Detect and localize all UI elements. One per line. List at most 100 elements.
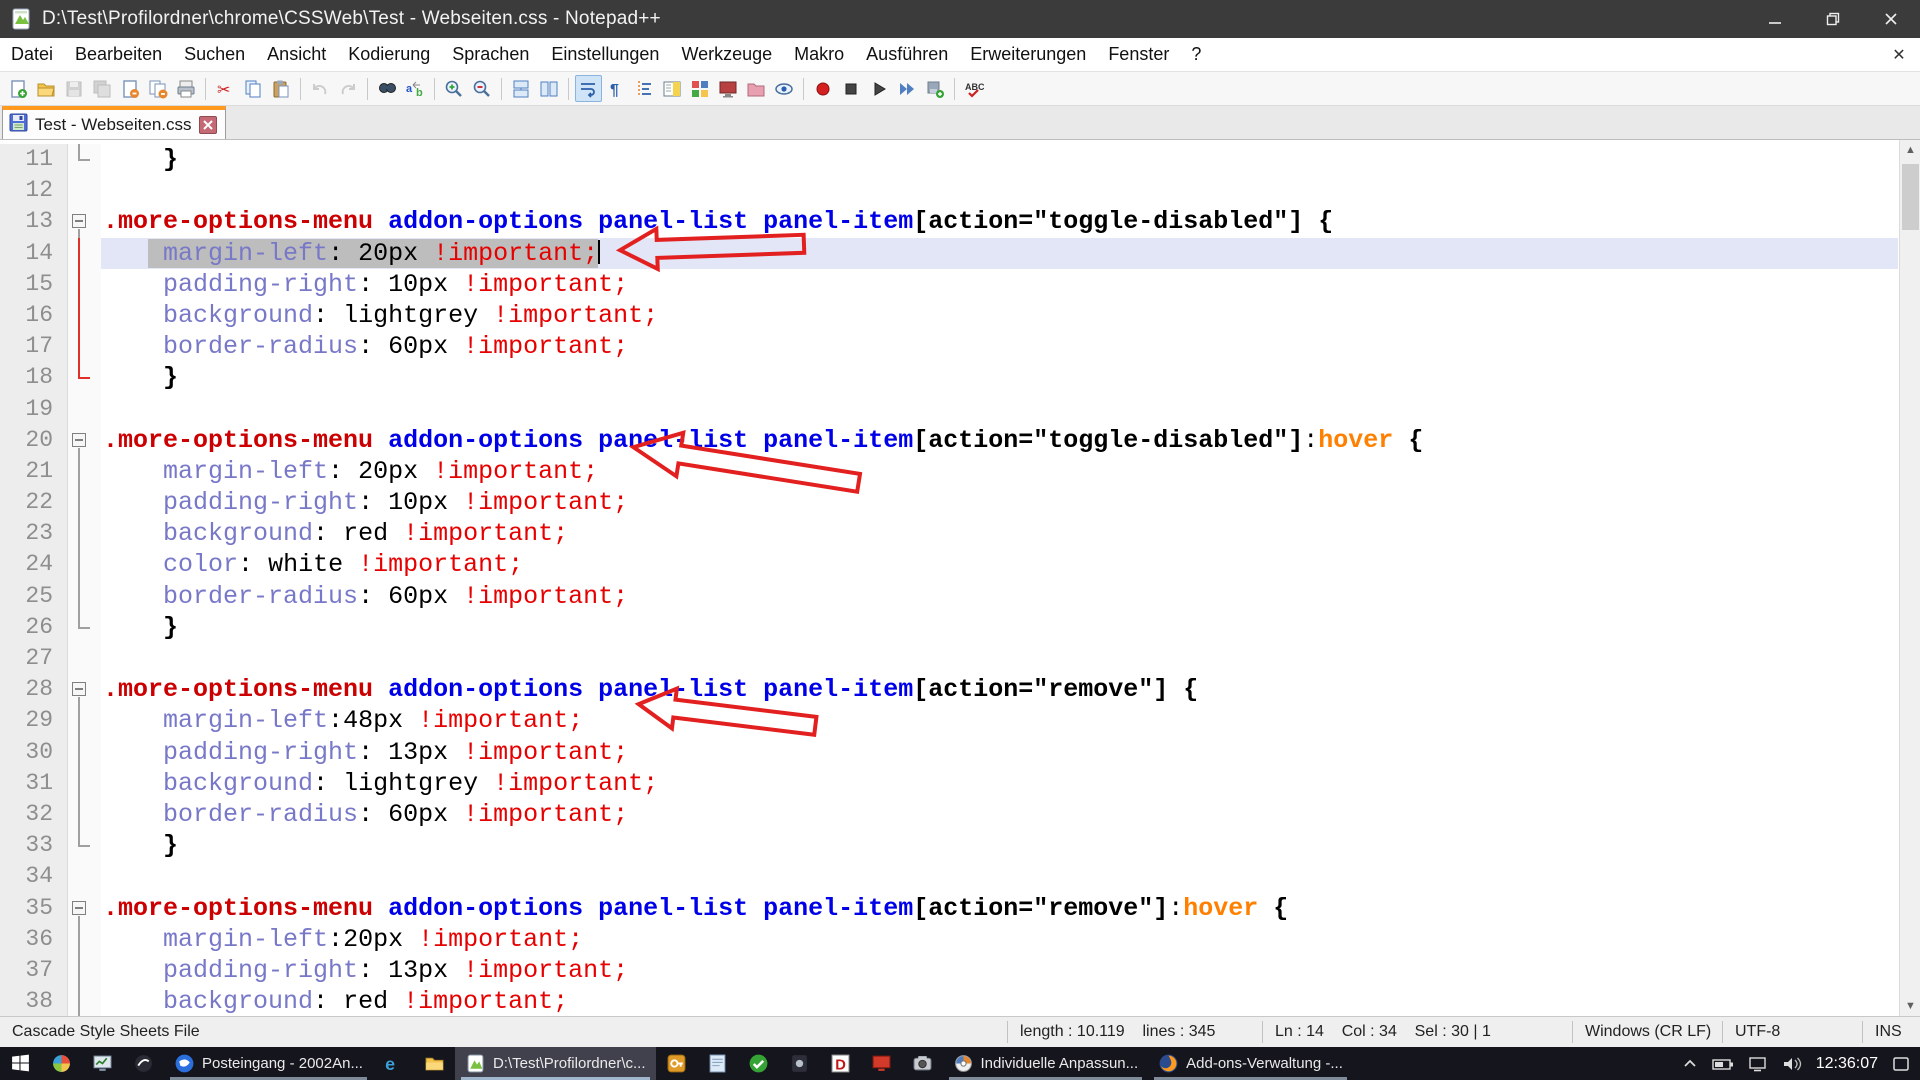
function-list-button[interactable] (687, 75, 714, 102)
tab-test-webseiten[interactable]: Test - Webseiten.css (2, 106, 226, 139)
doc-map-button[interactable] (659, 75, 686, 102)
menu-ausfhren[interactable]: Ausführen (855, 38, 959, 71)
replace-button[interactable]: ab (402, 75, 429, 102)
macro-run-multiple-button[interactable] (894, 75, 921, 102)
menu-ansicht[interactable]: Ansicht (256, 38, 337, 71)
copy-button[interactable] (240, 75, 267, 102)
code-line-14[interactable]: 14 margin-left: 20px !important; (0, 238, 1898, 269)
sync-vertical-button[interactable] (508, 75, 535, 102)
taskbar-item-red-monitor[interactable] (861, 1047, 902, 1080)
taskbar-item-thunderbird[interactable]: Posteingang - 2002An... (164, 1047, 373, 1080)
menu-sprachen[interactable]: Sprachen (441, 38, 540, 71)
menu-erweiterungen[interactable]: Erweiterungen (959, 38, 1097, 71)
folder-workspace-button[interactable] (743, 75, 770, 102)
taskbar-item-pinwheel[interactable] (41, 1047, 82, 1080)
macro-play-button[interactable] (866, 75, 893, 102)
status-encoding[interactable]: UTF-8 (1722, 1021, 1862, 1043)
undo-button[interactable] (307, 75, 334, 102)
menu-einstellungen[interactable]: Einstellungen (540, 38, 670, 71)
code-line-33[interactable]: 33 } (0, 830, 1898, 861)
code-line-28[interactable]: 28.more-options-menu addon-options panel… (0, 674, 1898, 705)
zoom-in-button[interactable] (441, 75, 468, 102)
code-line-35[interactable]: 35.more-options-menu addon-options panel… (0, 893, 1898, 924)
code-line-23[interactable]: 23 background: red !important; (0, 518, 1898, 549)
action-center-icon[interactable] (1892, 1056, 1910, 1072)
scrollbar-thumb[interactable] (1902, 164, 1919, 230)
code-line-25[interactable]: 25 border-radius: 60px !important; (0, 581, 1898, 612)
scroll-up-icon[interactable]: ▲ (1900, 140, 1920, 160)
spell-check-button[interactable]: ABC (961, 75, 988, 102)
zoom-out-button[interactable] (469, 75, 496, 102)
macro-record-button[interactable] (810, 75, 837, 102)
monitor-browser-button[interactable] (715, 75, 742, 102)
paste-button[interactable] (268, 75, 295, 102)
scroll-down-icon[interactable]: ▼ (1900, 996, 1920, 1016)
taskbar-item-firefox[interactable]: Add-ons-Verwaltung -... (1148, 1047, 1353, 1080)
save-all-button[interactable] (89, 75, 116, 102)
fold-collapse-icon[interactable] (68, 206, 101, 237)
code-line-38[interactable]: 38 background: red !important; (0, 986, 1898, 1016)
editor-pane[interactable]: 11 }1213.more-options-menu addon-options… (0, 140, 1920, 1016)
code-line-15[interactable]: 15 padding-right: 10px !important; (0, 269, 1898, 300)
save-button[interactable] (61, 75, 88, 102)
close-all-button[interactable] (145, 75, 172, 102)
menu-fenster[interactable]: Fenster (1097, 38, 1180, 71)
code-line-13[interactable]: 13.more-options-menu addon-options panel… (0, 206, 1898, 237)
code-line-30[interactable]: 30 padding-right: 13px !important; (0, 737, 1898, 768)
code-line-20[interactable]: 20.more-options-menu addon-options panel… (0, 425, 1898, 456)
code-line-19[interactable]: 19 (0, 394, 1898, 425)
tray-volume-icon[interactable] (1782, 1056, 1802, 1072)
cut-button[interactable]: ✂ (212, 75, 239, 102)
code-line-18[interactable]: 18 } (0, 362, 1898, 393)
taskbar-item-dark-circle[interactable] (123, 1047, 164, 1080)
open-folder-button[interactable] (33, 75, 60, 102)
sync-horizontal-button[interactable] (536, 75, 563, 102)
start-button[interactable] (0, 1047, 41, 1080)
code-line-26[interactable]: 26 } (0, 612, 1898, 643)
indent-guide-button[interactable] (631, 75, 658, 102)
taskbar-item-green-check[interactable] (738, 1047, 779, 1080)
tab-close-icon[interactable] (199, 116, 217, 134)
code-line-32[interactable]: 32 border-radius: 60px !important; (0, 799, 1898, 830)
print-button[interactable] (173, 75, 200, 102)
taskbar-item-notes[interactable] (697, 1047, 738, 1080)
code-line-12[interactable]: 12 (0, 175, 1898, 206)
taskbar-item-edge[interactable]: e (373, 1047, 414, 1080)
taskbar-item-dark-app[interactable] (779, 1047, 820, 1080)
menu-close-icon[interactable]: ✕ (1886, 42, 1912, 68)
menu-werkzeuge[interactable]: Werkzeuge (670, 38, 783, 71)
taskbar-clock[interactable]: 12:36:07 (1816, 1055, 1878, 1073)
minimize-button[interactable] (1746, 0, 1804, 38)
code-line-29[interactable]: 29 margin-left:48px !important; (0, 705, 1898, 736)
vertical-scrollbar[interactable]: ▲ ▼ (1899, 140, 1920, 1016)
new-file-button[interactable] (5, 75, 32, 102)
taskbar-item-d-app[interactable]: D (820, 1047, 861, 1080)
code-line-24[interactable]: 24 color: white !important; (0, 549, 1898, 580)
macro-save-button[interactable] (922, 75, 949, 102)
code-line-21[interactable]: 21 margin-left: 20px !important; (0, 456, 1898, 487)
code-line-16[interactable]: 16 background: lightgrey !important; (0, 300, 1898, 331)
taskbar-item-explorer[interactable] (414, 1047, 455, 1080)
menu-?[interactable]: ? (1180, 38, 1212, 71)
taskbar-item-keepass[interactable] (656, 1047, 697, 1080)
show-all-characters-button[interactable]: ¶ (603, 75, 630, 102)
code-line-36[interactable]: 36 margin-left:20px !important; (0, 924, 1898, 955)
find-button[interactable] (374, 75, 401, 102)
code-line-22[interactable]: 22 padding-right: 10px !important; (0, 487, 1898, 518)
fold-collapse-icon[interactable] (68, 893, 101, 924)
fold-collapse-icon[interactable] (68, 674, 101, 705)
taskbar-item-notepadpp[interactable]: D:\Test\Profilordner\c... (455, 1047, 656, 1080)
code-line-17[interactable]: 17 border-radius: 60px !important; (0, 331, 1898, 362)
tray-network-icon[interactable] (1748, 1056, 1768, 1072)
restore-button[interactable] (1804, 0, 1862, 38)
word-wrap-button[interactable] (575, 75, 602, 102)
close-button[interactable] (1862, 0, 1920, 38)
code-line-11[interactable]: 11 } (0, 144, 1898, 175)
tray-battery-icon[interactable] (1712, 1056, 1734, 1072)
code-line-34[interactable]: 34 (0, 861, 1898, 892)
taskbar-item-settings-colors[interactable]: Individuelle Anpassun... (943, 1047, 1149, 1080)
fold-collapse-icon[interactable] (68, 425, 101, 456)
redo-button[interactable] (335, 75, 362, 102)
menu-suchen[interactable]: Suchen (173, 38, 256, 71)
code-line-37[interactable]: 37 padding-right: 13px !important; (0, 955, 1898, 986)
